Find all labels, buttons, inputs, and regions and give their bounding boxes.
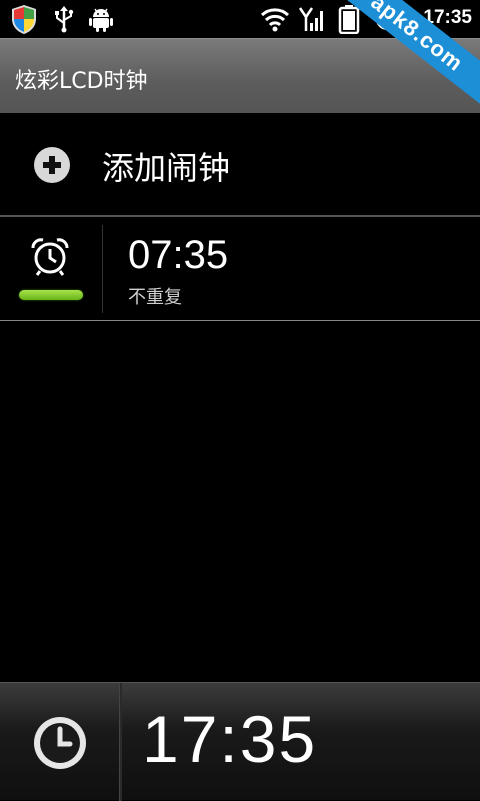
shield-icon [8,3,40,35]
wifi-icon [260,3,290,35]
add-alarm-label: 添加闹钟 [102,149,231,187]
alarm-time: 07:35 [128,233,229,277]
alarm-list-item[interactable]: 07:35 不重复 [0,217,480,320]
page-title: 炫彩LCD时钟 [15,69,148,94]
add-alarm-button[interactable]: 添加闹钟 [0,113,480,215]
title-bar: 炫彩LCD时钟 [0,38,480,113]
alarm-repeat: 不重复 [128,287,182,308]
signal-icon [298,3,326,35]
divider [0,320,480,321]
clock-icon[interactable] [32,715,88,771]
android-icon [88,3,114,35]
bottom-separator [119,683,122,801]
current-time-display: 17:35 [142,702,318,776]
alarm-enabled-indicator[interactable] [19,290,83,300]
plus-circle-icon [34,147,70,183]
alarm-separator [102,225,103,313]
usb-icon [52,3,76,35]
bottom-clock-bar: 17:35 [0,682,480,801]
alarm-clock-icon[interactable] [30,237,70,277]
